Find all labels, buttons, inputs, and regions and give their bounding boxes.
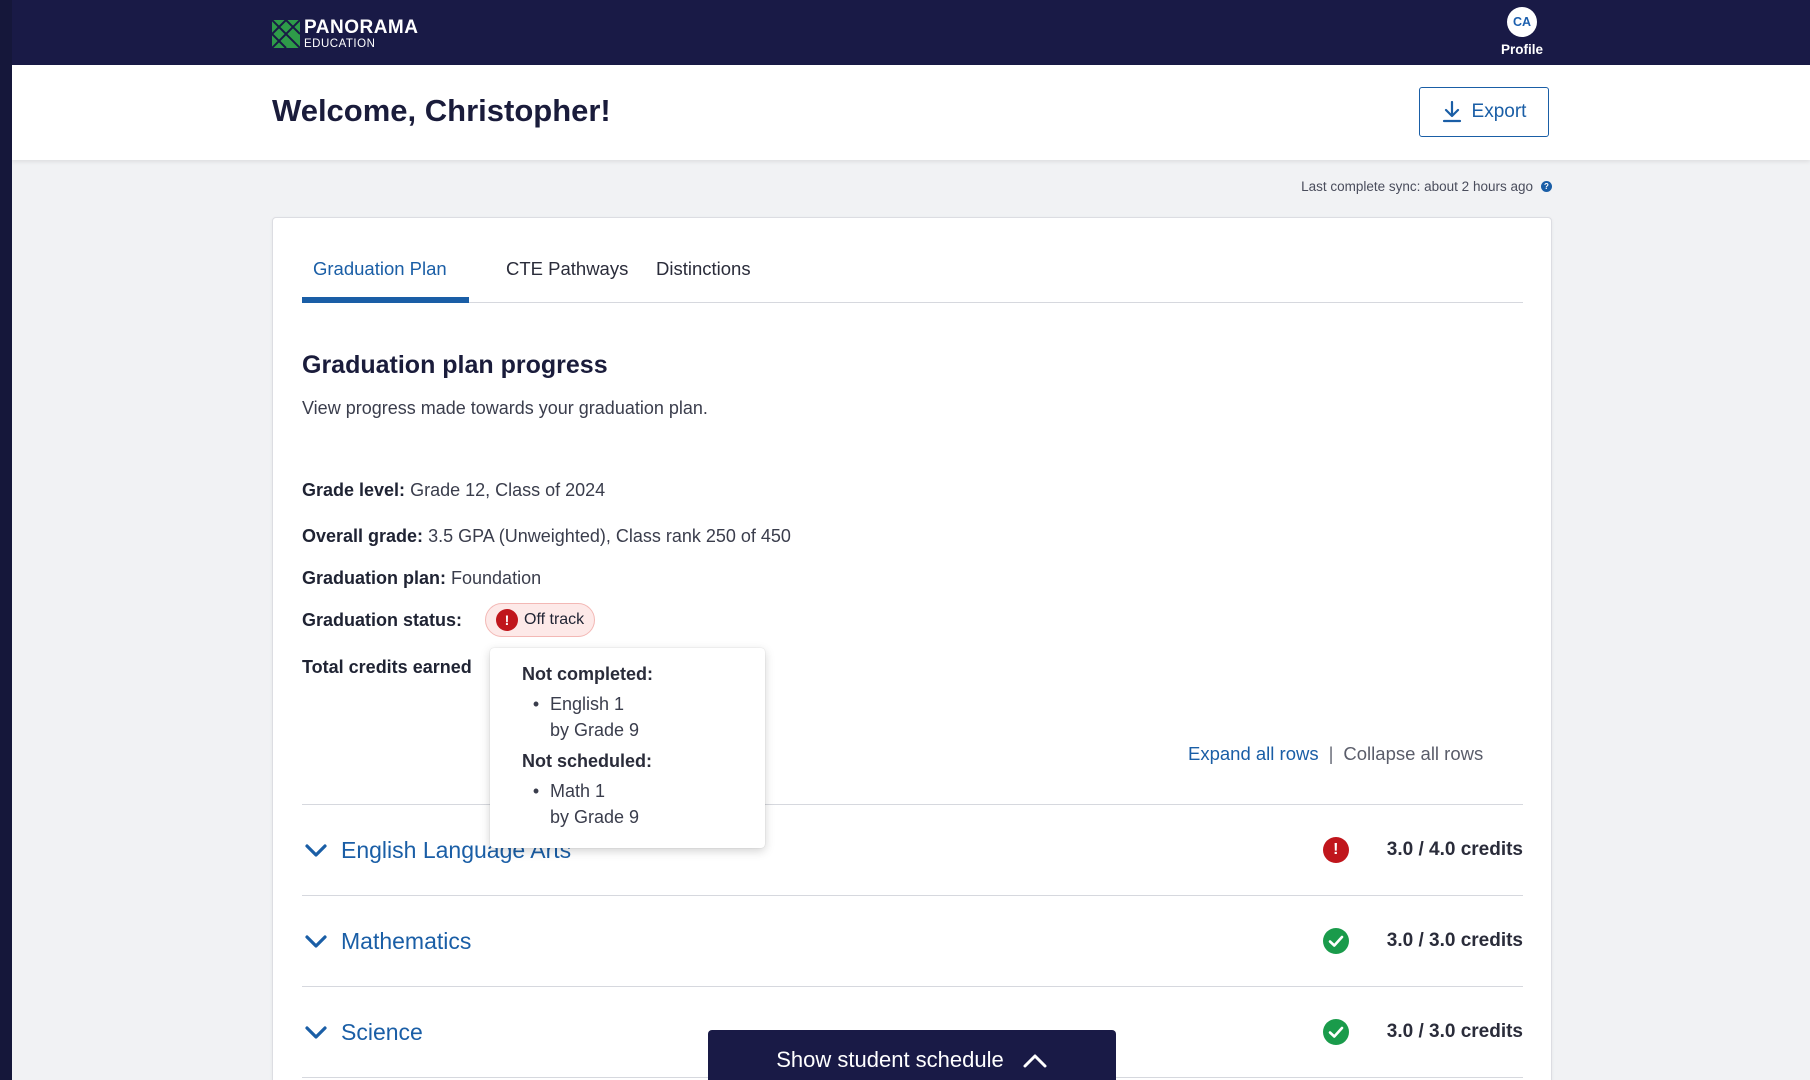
bullet: • (532, 781, 540, 801)
separator: | (1328, 743, 1334, 764)
subject-row-english[interactable]: English Language Arts ! 3.0 / 4.0 credit… (302, 804, 1523, 895)
export-button[interactable]: Export (1419, 87, 1549, 137)
chevron-up-icon (1023, 1054, 1047, 1068)
graduation-status-line: Graduation status: (302, 610, 462, 631)
expand-all-link[interactable]: Expand all rows (1188, 743, 1319, 765)
profile-label: Profile (1500, 42, 1543, 57)
sync-text: Last complete sync: about 2 hours ago (1301, 179, 1533, 194)
chevron-down-icon (305, 1026, 327, 1039)
total-credits-label: Total credits earned (302, 657, 472, 677)
alert-icon: ! (1322, 837, 1349, 863)
active-tab-indicator (302, 297, 469, 303)
grade-level-line: Grade level: Grade 12, Class of 2024 (302, 480, 605, 501)
subject-name: Mathematics (341, 927, 472, 954)
status-tooltip: Not completed: • English 1 by Grade 9 No… (490, 648, 765, 848)
page-title: Welcome, Christopher! (272, 93, 611, 128)
not-completed-course: English 1 (550, 694, 625, 714)
not-completed-deadline: by Grade 9 (550, 720, 640, 740)
help-icon[interactable]: ? (1541, 181, 1552, 192)
logo-subtitle: EDUCATION (304, 38, 376, 50)
status-badge[interactable]: ! Off track (485, 603, 596, 637)
chevron-down-icon (305, 935, 327, 948)
collapse-all-link[interactable]: Collapse all rows (1343, 743, 1483, 765)
export-label: Export (1471, 101, 1527, 122)
profile-menu[interactable]: CA Profile (1487, 7, 1557, 57)
graduation-card: Graduation Plan CTE Pathways Distinction… (272, 217, 1552, 1080)
not-scheduled-course: Math 1 (550, 781, 606, 801)
credits-value: 3.0 / 3.0 credits (1386, 930, 1523, 951)
bullet: • (532, 694, 540, 714)
show-schedule-label: Show student schedule (776, 1047, 1004, 1072)
top-navbar: PANORAMA EDUCATION CA Profile (12, 0, 1810, 65)
credits-value: 3.0 / 4.0 credits (1386, 839, 1523, 860)
check-icon (1322, 928, 1349, 954)
sync-status: Last complete sync: about 2 hours ago ? (1200, 179, 1552, 194)
not-completed-heading: Not completed: (522, 664, 654, 684)
panorama-logo[interactable]: PANORAMA EDUCATION (272, 18, 418, 51)
tab-bar: Graduation Plan CTE Pathways Distinction… (302, 218, 1523, 303)
logo-title: PANORAMA (304, 17, 419, 38)
not-scheduled-deadline: by Grade 9 (550, 807, 640, 827)
subject-name: Science (341, 1018, 423, 1045)
show-schedule-button[interactable]: Show student schedule (708, 1030, 1116, 1080)
grade-level-value: Grade 12, Class of 2024 (410, 480, 606, 500)
tab-distinctions[interactable]: Distinctions (656, 258, 751, 303)
not-completed-item: • English 1 by Grade 9 (522, 691, 765, 743)
row-controls: Expand all rows | Collapse all rows (1188, 743, 1483, 765)
page-header: Welcome, Christopher! Export (12, 65, 1810, 160)
status-badge-label: Off track (524, 611, 585, 628)
section-description: View progress made towards your graduati… (302, 398, 708, 418)
window-edge (0, 0, 12, 1080)
total-credits-line: Total credits earned (302, 657, 472, 678)
grade-level-label: Grade level: (302, 480, 406, 500)
section-title: Graduation plan progress (302, 351, 608, 379)
overall-grade-value: 3.5 GPA (Unweighted), Class rank 250 of … (428, 526, 791, 546)
panorama-logo-icon (272, 20, 300, 49)
not-scheduled-heading: Not scheduled: (522, 751, 653, 771)
overall-grade-line: Overall grade: 3.5 GPA (Unweighted), Cla… (302, 526, 791, 547)
graduation-status-label: Graduation status: (302, 610, 463, 630)
check-icon (1322, 1019, 1349, 1045)
tab-cte-pathways[interactable]: CTE Pathways (506, 258, 628, 303)
download-icon (1442, 101, 1461, 123)
subject-row-mathematics[interactable]: Mathematics 3.0 / 3.0 credits (302, 895, 1523, 986)
alert-icon: ! (496, 609, 518, 631)
avatar: CA (1507, 7, 1537, 37)
overall-grade-label: Overall grade: (302, 526, 424, 546)
credits-value: 3.0 / 3.0 credits (1386, 1021, 1523, 1042)
graduation-plan-value: Foundation (451, 568, 542, 588)
graduation-plan-line: Graduation plan: Foundation (302, 568, 541, 589)
not-scheduled-item: • Math 1 by Grade 9 (522, 778, 765, 830)
graduation-plan-label: Graduation plan: (302, 568, 446, 588)
chevron-down-icon (305, 844, 327, 857)
